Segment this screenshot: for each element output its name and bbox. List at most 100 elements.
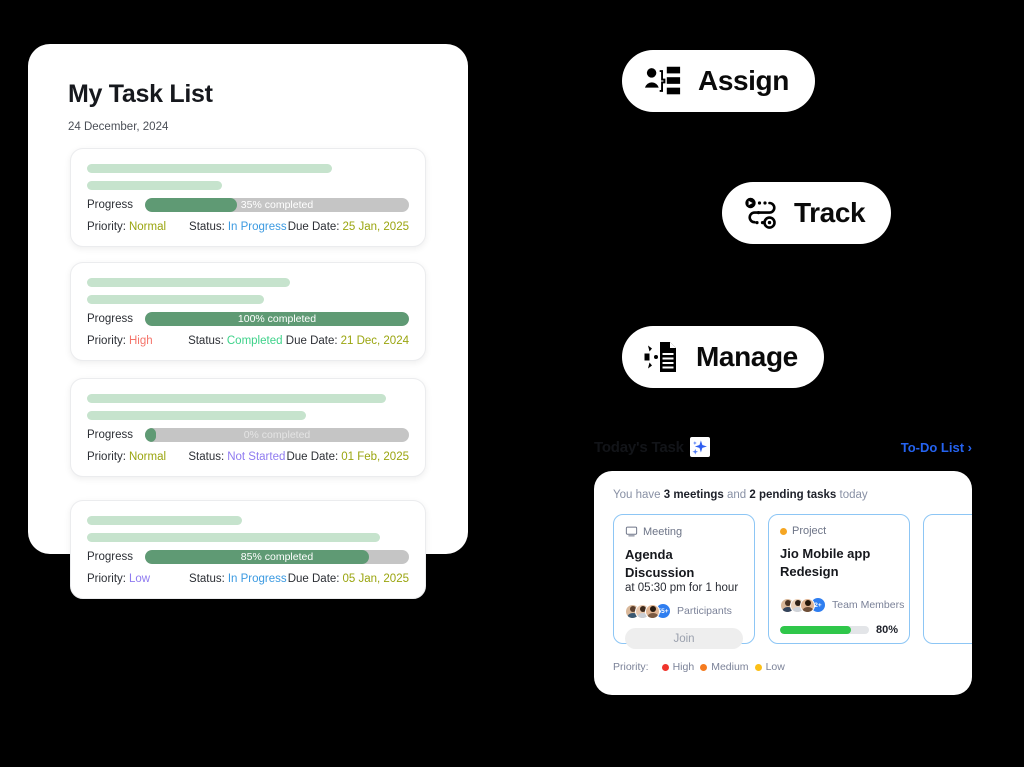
- task-title-placeholder: [87, 516, 242, 525]
- assign-person-list-icon: [644, 64, 682, 98]
- dot-icon: [754, 663, 762, 671]
- meeting-subtitle: at 05:30 pm for 1 hour: [625, 582, 739, 595]
- participants-label: Participants: [677, 605, 732, 618]
- track-button[interactable]: Track: [722, 182, 892, 244]
- dot-icon: [780, 527, 787, 535]
- avatar: [800, 597, 815, 613]
- task-meta-row: Priority: High Status: Completed Due Date: 21…: [87, 335, 409, 347]
- task-desc-placeholder: [87, 533, 381, 542]
- legend-item: Medium: [700, 661, 749, 673]
- progress-label: Progress: [87, 313, 134, 325]
- project-progress-value: 80%: [875, 624, 898, 637]
- task-progress-row: Progress 100% completed: [87, 312, 409, 326]
- join-button[interactable]: Join: [625, 628, 743, 650]
- task-card[interactable]: Progress 35% completed Priority: Normal Stat…: [70, 148, 426, 247]
- project-progress-bar: [780, 626, 869, 635]
- progress-label: Progress: [87, 199, 134, 211]
- meeting-participants: 55+ Participants: [625, 603, 743, 620]
- progress-track: 0% completed: [145, 428, 409, 442]
- legend-item: High: [661, 661, 695, 673]
- progress-track: 85% completed: [145, 550, 409, 564]
- task-priority: Priority: Normal: [87, 451, 167, 463]
- summary-mid: and: [723, 489, 750, 501]
- screen-root: My Task List 24 December, 2024 Progress 3…: [0, 0, 1024, 767]
- task-status: Status: Not Started: [188, 451, 286, 463]
- todays-task-header: Today's Task To-Do List ›: [594, 435, 972, 459]
- next-card-peek[interactable]: [923, 514, 972, 644]
- task-due-date: Due Date: 21 Dec, 2024: [285, 335, 409, 347]
- task-status: Status: In Progress: [189, 573, 287, 585]
- progress-value: 35% completed: [240, 199, 314, 211]
- manage-button-label: Manage: [696, 341, 798, 372]
- manage-button[interactable]: Manage: [622, 326, 824, 388]
- priority-legend-label: Priority:: [613, 661, 649, 673]
- task-due-date: Due Date: 25 Jan, 2025: [287, 221, 409, 233]
- task-desc-placeholder: [87, 181, 223, 190]
- task-status: Status: Completed: [188, 335, 283, 347]
- gear-document-icon: [644, 340, 680, 374]
- sparkle-icon: [689, 437, 710, 457]
- task-summary-text: You have 3 meetings and 2 pending tasks …: [613, 489, 972, 501]
- task-desc-placeholder: [87, 295, 265, 304]
- task-desc-placeholder: [87, 411, 306, 420]
- progress-value: 0% completed: [243, 429, 311, 441]
- track-button-label: Track: [794, 197, 866, 228]
- task-card[interactable]: Progress 85% completed Priority: Low Status:…: [70, 500, 426, 599]
- task-progress-row: Progress 35% completed: [87, 198, 409, 212]
- task-due-date: Due Date: 05 Jan, 2025: [287, 573, 409, 585]
- task-progress-row: Progress 0% completed: [87, 428, 409, 442]
- summary-post: today: [836, 489, 868, 501]
- task-card[interactable]: Progress 100% completed Priority: High Statu…: [70, 262, 426, 361]
- task-title-placeholder: [87, 278, 290, 287]
- route-track-icon: [744, 196, 778, 230]
- task-priority: Priority: Low: [87, 573, 151, 585]
- task-card[interactable]: Progress 0% completed Priority: Normal Statu…: [70, 378, 426, 477]
- progress-label: Progress: [87, 429, 134, 441]
- task-title-placeholder: [87, 394, 387, 403]
- task-priority: Priority: Normal: [87, 221, 167, 233]
- meeting-title: Agenda Discussion: [625, 547, 695, 580]
- meeting-card-kind: Meeting: [625, 525, 743, 538]
- task-title-placeholder: [87, 164, 332, 173]
- to-do-list-link[interactable]: To-Do List ›: [901, 440, 972, 455]
- summary-meetings-count: 3 meetings: [663, 489, 724, 501]
- task-meta-row: Priority: Normal Status: Not Started Due Dat…: [87, 451, 409, 463]
- progress-value: 85% completed: [240, 551, 314, 563]
- summary-pre: You have: [613, 489, 664, 501]
- progress-track: 100% completed: [145, 312, 409, 326]
- task-meta-row: Priority: Normal Status: In Progress Due Dat…: [87, 221, 409, 233]
- today-card-row: Meeting Agenda Discussion at 05:30 pm fo…: [613, 514, 972, 650]
- team-members-label: Team Members: [832, 599, 905, 612]
- project-title: Jio Mobile app Redesign: [780, 546, 871, 579]
- monitor-icon: [625, 526, 638, 537]
- dot-icon: [661, 663, 669, 671]
- todays-task-title: Today's Task: [594, 438, 684, 456]
- assign-button-label: Assign: [698, 65, 789, 96]
- legend-item: Low: [754, 661, 785, 673]
- assign-button[interactable]: Assign: [622, 50, 815, 112]
- meeting-kind-label: Meeting: [643, 525, 683, 538]
- avatar: [645, 603, 660, 619]
- summary-tasks-count: 2 pending tasks: [749, 489, 837, 501]
- meeting-card[interactable]: Meeting Agenda Discussion at 05:30 pm fo…: [613, 514, 755, 650]
- dot-icon: [700, 663, 708, 671]
- progress-value: 100% completed: [237, 313, 317, 325]
- task-priority: Priority: High: [87, 335, 153, 347]
- project-card[interactable]: Project Jio Mobile app Redesign 2+ Team …: [768, 514, 910, 644]
- project-kind-label: Project: [792, 525, 827, 537]
- progress-label: Progress: [87, 551, 134, 563]
- legend-item-label: Medium: [711, 661, 749, 673]
- project-team: 2+ Team Members: [780, 597, 904, 614]
- task-meta-row: Priority: Low Status: In Progress Due Date: 0…: [87, 573, 409, 585]
- panel-date: 24 December, 2024: [68, 121, 169, 133]
- task-status: Status: In Progress: [189, 221, 287, 233]
- project-card-kind: Project: [780, 525, 898, 537]
- legend-item-label: High: [672, 661, 695, 673]
- task-progress-row: Progress 85% completed: [87, 550, 409, 564]
- project-progress: 80%: [780, 624, 898, 636]
- page-title: My Task List: [68, 80, 213, 108]
- task-due-date: Due Date: 01 Feb, 2025: [286, 451, 409, 463]
- progress-track: 35% completed: [145, 198, 409, 212]
- todays-task-panel: You have 3 meetings and 2 pending tasks …: [594, 471, 972, 695]
- legend-item-label: Low: [765, 661, 785, 673]
